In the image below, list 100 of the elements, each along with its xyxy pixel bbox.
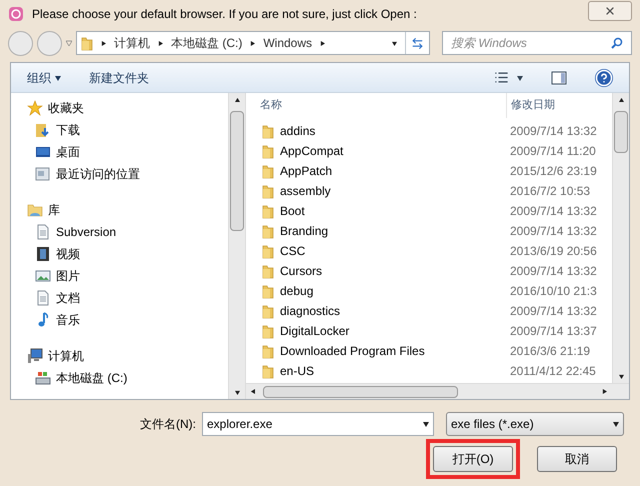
breadcrumb-item[interactable]: 本地磁盘 (C:): [171, 34, 242, 52]
help-icon[interactable]: [595, 68, 613, 86]
scroll-left-icon[interactable]: [250, 389, 255, 394]
file-date: 2016/3/6 21:19: [509, 343, 590, 360]
file-row[interactable]: debug 2016/10/10 21:3: [258, 281, 612, 301]
file-row[interactable]: AppPatch 2015/12/6 23:19: [258, 161, 612, 181]
breadcrumb-separator-icon[interactable]: [250, 40, 256, 46]
breadcrumb-item[interactable]: Windows: [263, 34, 312, 52]
library-icon: [27, 202, 43, 218]
scroll-up-icon[interactable]: [618, 97, 624, 102]
nav-item[interactable]: 下载: [27, 121, 228, 139]
nav-group-header[interactable]: 计算机: [27, 347, 228, 365]
file-row[interactable]: diagnostics 2009/7/14 13:32: [258, 301, 612, 321]
folder-icon: [262, 224, 274, 238]
file-row[interactable]: AppCompat 2009/7/14 11:20: [258, 141, 612, 161]
view-options-icon[interactable]: [494, 70, 523, 85]
address-bar[interactable]: 计算机 本地磁盘 (C:) Windows: [76, 31, 430, 55]
folder-icon: [262, 364, 274, 378]
file-date: 2016/7/2 10:53: [509, 183, 590, 200]
breadcrumb-item[interactable]: 计算机: [114, 34, 150, 52]
nav-item[interactable]: 图片: [27, 267, 228, 285]
file-date: 2009/7/14 13:32: [509, 303, 597, 320]
document-icon: [35, 290, 51, 306]
caret-icon[interactable]: [55, 74, 61, 80]
file-name: debug: [280, 283, 314, 300]
file-list-scrollbar[interactable]: [612, 93, 629, 383]
scroll-thumb[interactable]: [614, 111, 628, 153]
close-button[interactable]: [588, 1, 632, 21]
folder-icon: [262, 164, 274, 178]
folder-icon: [262, 244, 274, 258]
file-row[interactable]: Branding 2009/7/14 13:32: [258, 221, 612, 241]
horizontal-scroll-thumb[interactable]: [263, 386, 458, 398]
scroll-right-icon[interactable]: [602, 389, 607, 394]
folder-icon: [262, 144, 274, 158]
nav-group-header[interactable]: 收藏夹: [27, 99, 228, 117]
file-name-input[interactable]: explorer.exe: [207, 415, 423, 433]
file-row[interactable]: Downloaded Program Files 2016/3/6 21:19: [258, 341, 612, 361]
breadcrumb-separator-icon[interactable]: [101, 40, 106, 46]
file-row[interactable]: en-US 2011/4/12 22:45: [258, 361, 612, 381]
file-name-field[interactable]: explorer.exe: [202, 412, 434, 436]
nav-scrollbar[interactable]: [228, 93, 245, 399]
breadcrumb-separator-icon[interactable]: [158, 40, 163, 46]
close-icon[interactable]: [604, 5, 616, 17]
nav-item[interactable]: 最近访问的位置: [27, 165, 228, 183]
history-caret-icon[interactable]: [66, 40, 72, 46]
app-logo-icon: [8, 6, 24, 22]
file-name: diagnostics: [280, 303, 340, 320]
nav-item[interactable]: 本地磁盘 (C:): [27, 369, 228, 387]
file-date: 2009/7/14 13:32: [509, 223, 597, 240]
file-name: Boot: [280, 203, 305, 220]
file-date: 2009/7/14 13:32: [509, 263, 597, 280]
scroll-thumb[interactable]: [230, 111, 244, 231]
file-row[interactable]: Boot 2009/7/14 13:32: [258, 201, 612, 221]
file-type-select[interactable]: exe files (*.exe): [446, 412, 624, 436]
scroll-up-icon[interactable]: [234, 97, 240, 102]
dialog-button[interactable]: 打开(O): [433, 446, 513, 472]
breadcrumb-separator-icon[interactable]: [320, 40, 326, 46]
file-name: CSC: [280, 243, 306, 260]
folder-icon: [262, 284, 274, 298]
file-name-label: 文件名(N):: [140, 416, 196, 433]
nav-item[interactable]: Subversion: [27, 223, 228, 241]
file-row[interactable]: DigitalLocker 2009/7/14 13:37: [258, 321, 612, 341]
search-field[interactable]: 搜索 Windows: [442, 31, 632, 55]
folder-icon: [262, 264, 274, 278]
file-date: 2009/7/14 13:32: [509, 203, 597, 220]
nav-item[interactable]: 桌面: [27, 143, 228, 161]
file-row[interactable]: Cursors 2009/7/14 13:32: [258, 261, 612, 281]
preview-pane-icon[interactable]: [551, 70, 567, 84]
file-row[interactable]: addins 2009/7/14 13:32: [258, 121, 612, 141]
horizontal-scrollbar[interactable]: [246, 383, 629, 399]
file-row[interactable]: CSC 2013/6/19 20:56: [258, 241, 612, 261]
nav-item[interactable]: 视频: [27, 245, 228, 263]
film-icon: [35, 246, 51, 262]
document-icon: [35, 224, 51, 240]
scroll-down-icon[interactable]: [234, 390, 240, 395]
search-input[interactable]: 搜索 Windows: [451, 34, 611, 52]
refresh-arrows-icon[interactable]: [411, 36, 424, 50]
recent-places-icon: [35, 166, 51, 182]
file-date: 2011/4/12 22:45: [509, 363, 596, 380]
dropdown-caret-icon[interactable]: [423, 421, 429, 427]
folder-icon: [262, 344, 274, 358]
drive-icon: [35, 370, 51, 386]
nav-item[interactable]: 音乐: [27, 311, 228, 329]
file-date: 2013/6/19 20:56: [509, 243, 597, 260]
file-row[interactable]: assembly 2016/7/2 10:53: [258, 181, 612, 201]
computer-icon: [27, 348, 43, 364]
file-name: Branding: [280, 223, 328, 240]
organize-menu-button[interactable]: 组织: [27, 68, 61, 86]
dropdown-caret-icon[interactable]: [392, 40, 397, 46]
dialog-button[interactable]: 取消: [537, 446, 617, 472]
desktop-icon: [35, 144, 51, 160]
file-name: addins: [280, 123, 316, 140]
dropdown-caret-icon[interactable]: [613, 421, 619, 427]
new-folder-button[interactable]: 新建文件夹: [89, 68, 149, 86]
nav-item[interactable]: 文档: [27, 289, 228, 307]
name-column-header[interactable]: 名称: [258, 97, 506, 114]
search-icon[interactable]: [611, 37, 623, 49]
nav-group-header[interactable]: 库: [27, 201, 228, 219]
scroll-down-icon[interactable]: [618, 374, 624, 379]
file-date: 2009/7/14 11:20: [509, 143, 596, 160]
